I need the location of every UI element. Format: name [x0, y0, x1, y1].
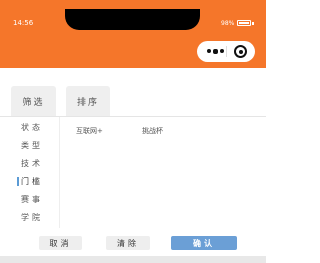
- category-threshold[interactable]: 门槛: [21, 176, 43, 187]
- miniprogram-capsule: [197, 41, 255, 62]
- category-college[interactable]: 学院: [21, 212, 43, 223]
- more-dots-icon[interactable]: [207, 48, 224, 54]
- battery-percent: 98%: [221, 20, 235, 27]
- status-time: 14:56: [13, 19, 34, 27]
- sidebar-divider: [59, 117, 60, 229]
- target-circle-icon[interactable]: [234, 45, 247, 58]
- tab-filter[interactable]: 筛选: [11, 86, 56, 116]
- divider: [0, 116, 266, 117]
- option-challenge-cup[interactable]: 挑战杯: [142, 126, 163, 136]
- active-indicator: [17, 177, 19, 186]
- cancel-button[interactable]: 取消: [39, 236, 82, 250]
- category-status[interactable]: 状态: [21, 122, 43, 133]
- confirm-button[interactable]: 确认: [171, 236, 237, 250]
- capsule-divider: [226, 46, 227, 57]
- screen: 14:56 98% 筛选 排序 状态 类型 技术 门槛 赛事 学院 互联网+ 挑…: [0, 0, 266, 263]
- camera-notch: [65, 9, 200, 30]
- battery-icon: [237, 20, 251, 26]
- tab-sort[interactable]: 排序: [66, 86, 110, 116]
- category-competition[interactable]: 赛事: [21, 194, 43, 205]
- bottom-bar: [0, 256, 266, 263]
- clear-button[interactable]: 清除: [106, 236, 150, 250]
- category-type[interactable]: 类型: [21, 140, 43, 151]
- app-header: 14:56 98%: [0, 0, 266, 68]
- battery-tip: [252, 22, 254, 25]
- category-tech[interactable]: 技术: [21, 158, 43, 169]
- option-internet-plus[interactable]: 互联网+: [76, 126, 103, 136]
